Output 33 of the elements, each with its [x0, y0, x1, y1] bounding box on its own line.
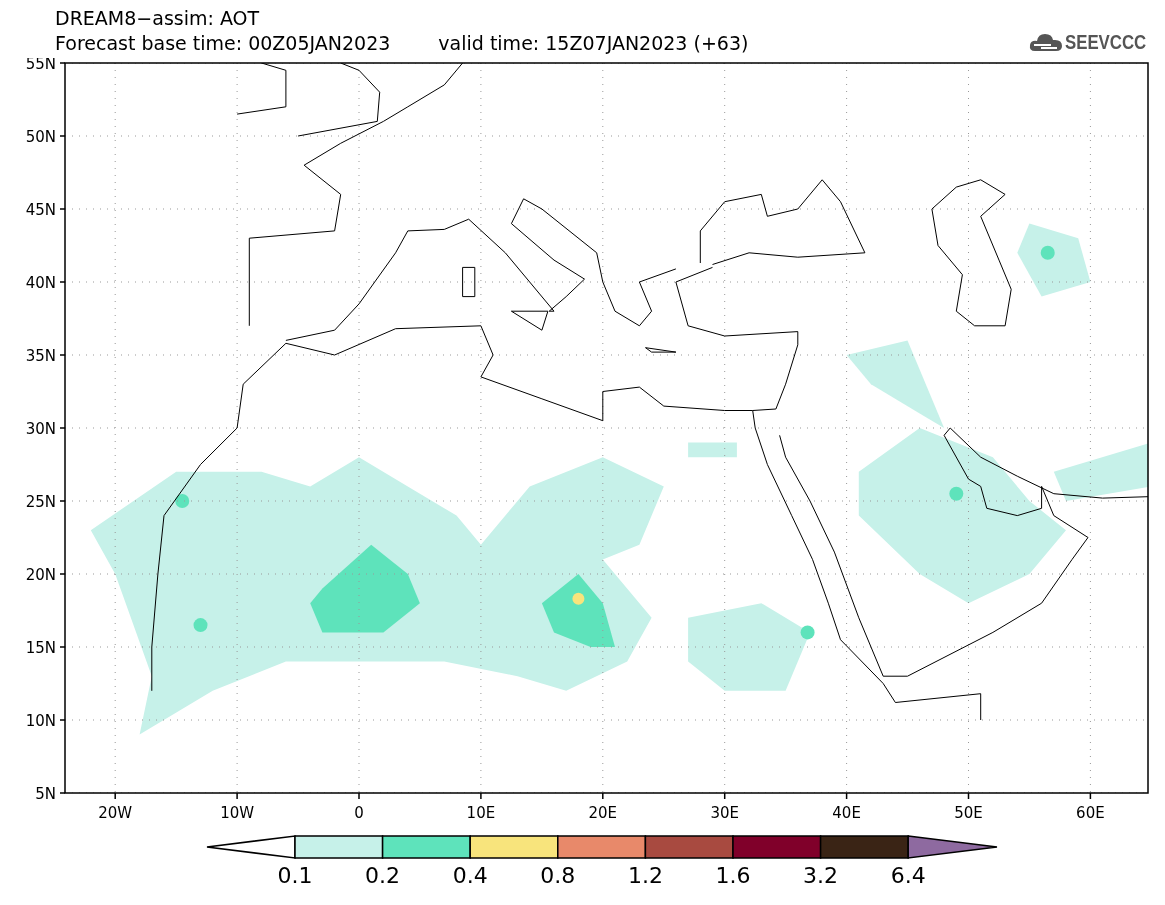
cloud-icon	[1029, 31, 1064, 53]
colorbar-label: 0.1	[277, 863, 313, 888]
valid-time-label: valid time: 15Z07JAN2023 (+63)	[438, 31, 749, 56]
longitude-label: 60E	[1076, 804, 1105, 822]
colorbar-label: 0.2	[365, 863, 401, 888]
colorbar-label: 3.2	[803, 863, 839, 888]
latitude-label: 55N	[25, 58, 56, 73]
longitude-label: 10W	[220, 804, 255, 822]
latitude-label: 45N	[25, 201, 56, 219]
longitude-label: 10E	[466, 804, 496, 822]
colorbar-label: 1.6	[715, 863, 751, 888]
longitude-label: 0	[354, 804, 364, 822]
longitude-label: 30E	[710, 804, 739, 822]
colorbar-label: 0.8	[540, 863, 576, 888]
logo-text: SEEVCCC	[1065, 30, 1147, 54]
latitude-label: 25N	[25, 493, 56, 511]
latitude-label: 20N	[25, 566, 56, 584]
longitude-label: 40E	[832, 804, 861, 822]
latitude-label: 5N	[35, 785, 56, 803]
latitude-label: 40N	[25, 274, 56, 292]
latitude-label: 10N	[25, 712, 56, 730]
base-time-label: Forecast base time: 00Z05JAN2023	[55, 31, 391, 56]
chart-title: DREAM8−assim: AOT	[55, 6, 261, 31]
colorbar-label: 1.2	[627, 863, 663, 888]
latitude-label: 30N	[25, 420, 56, 438]
colorbar-label: 6.4	[890, 863, 926, 888]
latitude-label: 50N	[25, 128, 56, 146]
longitude-label: 20E	[588, 804, 618, 822]
longitude-label: 20W	[98, 804, 133, 822]
longitude-label: 50E	[954, 804, 983, 822]
latitude-label: 35N	[25, 347, 56, 365]
colorbar-label: 0.4	[452, 863, 488, 888]
latitude-label: 15N	[25, 639, 56, 657]
